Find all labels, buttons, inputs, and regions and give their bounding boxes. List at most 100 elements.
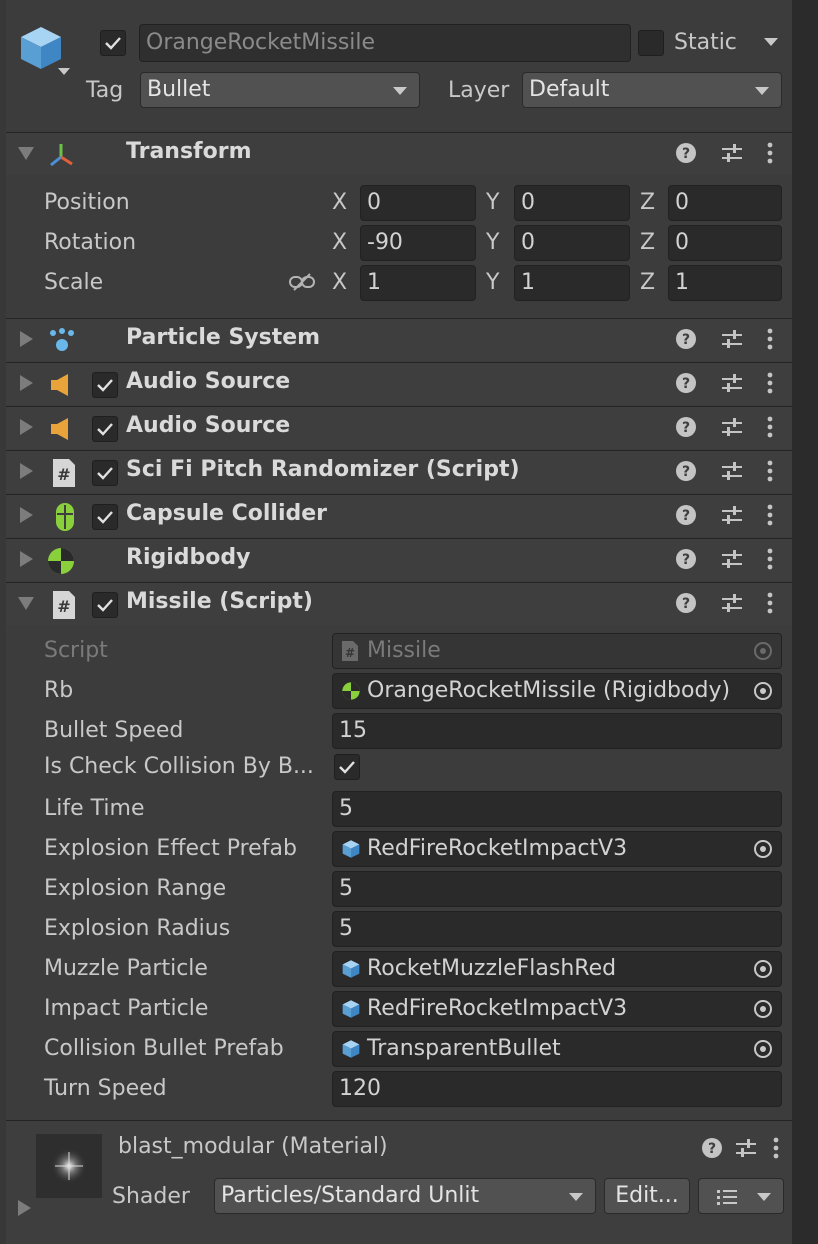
missile-enabled-checkbox[interactable] — [92, 592, 118, 618]
presets-sliders-icon[interactable] — [720, 459, 744, 483]
scale-x-field[interactable]: 1 — [360, 265, 476, 301]
explosion-effect-field[interactable]: RedFireRocketImpactV3 — [332, 831, 782, 867]
help-icon[interactable]: ? — [674, 327, 698, 351]
help-icon[interactable]: ? — [674, 141, 698, 165]
object-picker-icon[interactable] — [753, 999, 773, 1019]
material-foldout-collapsed-icon[interactable] — [18, 1200, 31, 1216]
scale-x-axis[interactable]: X — [332, 270, 347, 295]
help-icon[interactable]: ? — [674, 371, 698, 395]
object-picker-icon[interactable] — [753, 681, 773, 701]
foldout-collapsed-icon[interactable] — [20, 419, 33, 435]
icon-dropdown-chevron-icon[interactable] — [58, 68, 70, 75]
impact-particle-field[interactable]: RedFireRocketImpactV3 — [332, 991, 782, 1027]
rotation-y-axis[interactable]: Y — [486, 230, 499, 255]
more-options-kebab-icon[interactable] — [762, 327, 778, 351]
script-enabled-checkbox[interactable] — [92, 460, 118, 486]
presets-sliders-icon[interactable] — [720, 327, 744, 351]
position-z-axis[interactable]: Z — [640, 190, 655, 215]
presets-sliders-icon[interactable] — [720, 371, 744, 395]
more-options-kebab-icon[interactable] — [762, 591, 778, 615]
help-icon[interactable]: ? — [674, 459, 698, 483]
bullet-speed-field[interactable]: 15 — [332, 713, 782, 749]
foldout-collapsed-icon[interactable] — [20, 507, 33, 523]
foldout-expanded-icon[interactable] — [18, 597, 34, 610]
scale-y-axis[interactable]: Y — [486, 270, 499, 295]
help-icon[interactable]: ? — [674, 591, 698, 615]
shader-options-dropdown[interactable] — [698, 1178, 784, 1214]
transform-header[interactable]: Transform ? — [6, 132, 792, 175]
object-picker-icon[interactable] — [753, 1039, 773, 1059]
foldout-collapsed-icon[interactable] — [20, 463, 33, 479]
position-y-axis[interactable]: Y — [486, 190, 499, 215]
rb-object-field[interactable]: OrangeRocketMissile (Rigidbody) — [332, 673, 782, 709]
audio-source-header-2[interactable]: Audio Source ? — [6, 406, 792, 449]
static-checkbox[interactable] — [638, 30, 664, 56]
presets-sliders-icon[interactable] — [720, 547, 744, 571]
presets-sliders-icon[interactable] — [720, 591, 744, 615]
active-checkbox[interactable] — [100, 30, 126, 56]
shader-dropdown[interactable]: Particles/Standard Unlit — [214, 1178, 596, 1214]
check-collision-checkbox[interactable] — [334, 754, 360, 780]
rotation-z-axis[interactable]: Z — [640, 230, 655, 255]
muzzle-particle-field[interactable]: RocketMuzzleFlashRed — [332, 951, 782, 987]
audio-source-header-1[interactable]: Audio Source ? — [6, 362, 792, 405]
more-options-kebab-icon[interactable] — [762, 503, 778, 527]
missile-script-header[interactable]: # Missile (Script) ? — [6, 582, 792, 625]
component-header-buttons: ? — [674, 503, 784, 529]
position-x-field[interactable]: 0 — [360, 185, 476, 221]
static-dropdown-chevron-icon[interactable] — [764, 38, 778, 46]
constrain-proportions-link-icon[interactable] — [288, 272, 316, 292]
more-options-kebab-icon[interactable] — [762, 547, 778, 571]
more-options-kebab-icon[interactable] — [768, 1136, 784, 1160]
position-label: Position — [44, 190, 130, 215]
scale-z-axis[interactable]: Z — [640, 270, 655, 295]
scale-z-field[interactable]: 1 — [668, 265, 782, 301]
collision-bullet-field[interactable]: TransparentBullet — [332, 1031, 782, 1067]
rotation-z-field[interactable]: 0 — [668, 225, 782, 261]
turn-speed-field[interactable]: 120 — [332, 1071, 782, 1107]
position-z-field[interactable]: 0 — [668, 185, 782, 221]
tag-dropdown[interactable]: Bullet — [140, 72, 420, 108]
presets-sliders-icon[interactable] — [720, 141, 744, 165]
collider-enabled-checkbox[interactable] — [92, 504, 118, 530]
help-icon[interactable]: ? — [700, 1136, 724, 1160]
help-icon[interactable]: ? — [674, 503, 698, 527]
foldout-collapsed-icon[interactable] — [20, 375, 33, 391]
position-y-field[interactable]: 0 — [514, 185, 630, 221]
rotation-y-field[interactable]: 0 — [514, 225, 630, 261]
prefab-cube-icon[interactable] — [18, 24, 64, 72]
presets-sliders-icon[interactable] — [720, 503, 744, 527]
more-options-kebab-icon[interactable] — [762, 415, 778, 439]
chevron-down-icon — [757, 1193, 771, 1201]
life-time-field[interactable]: 5 — [332, 791, 782, 827]
explosion-range-field[interactable]: 5 — [332, 871, 782, 907]
capsule-collider-header[interactable]: Capsule Collider ? — [6, 494, 792, 537]
rotation-x-field[interactable]: -90 — [360, 225, 476, 261]
pitch-randomizer-header[interactable]: # Sci Fi Pitch Randomizer (Script) ? — [6, 450, 792, 493]
foldout-collapsed-icon[interactable] — [20, 331, 33, 347]
presets-sliders-icon[interactable] — [734, 1136, 758, 1160]
rotation-x-axis[interactable]: X — [332, 230, 347, 255]
position-x-axis[interactable]: X — [332, 190, 347, 215]
rigidbody-header[interactable]: Rigidbody ? — [6, 538, 792, 581]
layer-dropdown[interactable]: Default — [522, 72, 782, 108]
audio-source-enabled-checkbox[interactable] — [92, 416, 118, 442]
scale-y-field[interactable]: 1 — [514, 265, 630, 301]
help-icon[interactable]: ? — [674, 547, 698, 571]
more-options-kebab-icon[interactable] — [762, 459, 778, 483]
presets-sliders-icon[interactable] — [720, 415, 744, 439]
object-picker-icon[interactable] — [753, 839, 773, 859]
particle-system-header[interactable]: Particle System ? — [6, 318, 792, 361]
foldout-collapsed-icon[interactable] — [20, 551, 33, 567]
explosion-radius-field[interactable]: 5 — [332, 911, 782, 947]
foldout-expanded-icon[interactable] — [18, 147, 34, 160]
material-preview-thumbnail[interactable] — [36, 1134, 102, 1198]
object-picker-icon[interactable] — [753, 959, 773, 979]
help-icon[interactable]: ? — [674, 415, 698, 439]
scrollbar-track[interactable] — [792, 0, 818, 1244]
more-options-kebab-icon[interactable] — [762, 371, 778, 395]
shader-edit-button[interactable]: Edit... — [604, 1178, 690, 1214]
more-options-kebab-icon[interactable] — [762, 141, 778, 165]
gameobject-name-field[interactable]: OrangeRocketMissile — [139, 24, 631, 62]
audio-source-enabled-checkbox[interactable] — [92, 372, 118, 398]
